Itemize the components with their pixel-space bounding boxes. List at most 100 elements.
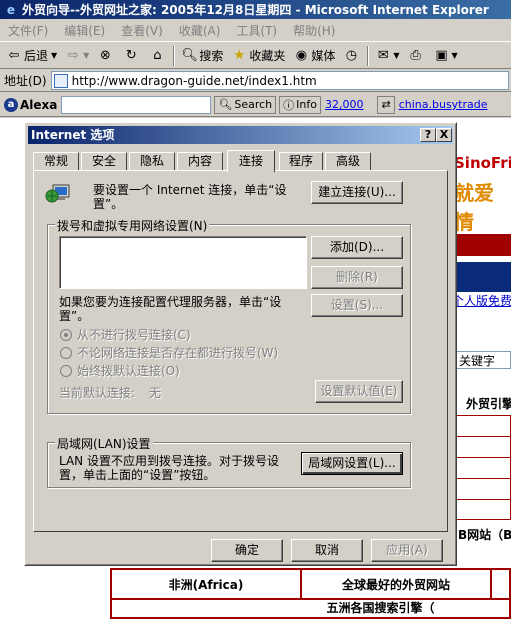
print-button[interactable]: ⎙: [404, 45, 430, 67]
add-button[interactable]: 添加(D)...: [311, 236, 403, 259]
menu-help[interactable]: 帮助(H): [285, 22, 343, 39]
menu-bar: 文件(F) 编辑(E) 查看(V) 收藏(A) 工具(T) 帮助(H): [0, 20, 511, 42]
bottom-table: 非洲(Africa) 全球最好的外贸网站 五洲各国搜索引擎（: [110, 568, 511, 619]
menu-tools[interactable]: 工具(T): [228, 22, 285, 39]
help-button[interactable]: ?: [420, 128, 436, 142]
alexa-search-label: Search: [234, 98, 273, 111]
radio-dial-whenever[interactable]: [60, 347, 72, 359]
radio-always-dial-label[interactable]: 始终拨默认连接(O): [77, 364, 180, 378]
search-button[interactable]: 🔍︎ 搜索: [177, 45, 227, 67]
menu-edit[interactable]: 编辑(E): [56, 22, 113, 39]
address-label: 地址(D): [4, 74, 47, 88]
setup-description: 要设置一个 Internet 连接，单击“设置”。: [93, 183, 287, 211]
table-cell-africa[interactable]: 非洲(Africa): [112, 570, 302, 598]
alexa-search-button[interactable]: 🔍︎ Search: [214, 95, 277, 114]
settings-button[interactable]: 设置(S)...: [311, 294, 403, 317]
edit-button[interactable]: ▣ ▼: [430, 45, 462, 67]
favorites-label: 收藏夹: [249, 49, 286, 63]
tab-programs[interactable]: 程序: [279, 152, 323, 171]
alexa-a-icon: a: [4, 97, 18, 112]
radio-always-dial[interactable]: [60, 365, 72, 377]
stop-button[interactable]: ⊗: [93, 45, 119, 67]
chevron-down-icon: ▼: [51, 51, 58, 60]
menu-view[interactable]: 查看(V): [113, 22, 171, 39]
blue-banner: [455, 262, 511, 292]
radio-dial-whenever-label[interactable]: 不论网络连接是否存在都进行拨号(W): [77, 346, 278, 360]
page-icon: [53, 73, 68, 88]
lan-settings-button[interactable]: 局域网设置(L)...: [301, 452, 403, 475]
address-bar: 地址(D) http://www.dragon-guide.net/index1…: [0, 70, 511, 92]
tab-advanced[interactable]: 高级: [325, 152, 371, 171]
lan-group-label: 局域网(LAN)设置: [55, 435, 153, 452]
site-slogan: 就爱情: [454, 181, 494, 234]
media-label: 媒体: [311, 49, 336, 63]
chevron-down-icon: ▼: [83, 51, 90, 60]
tab-content[interactable]: 内容: [177, 152, 223, 171]
history-button[interactable]: ◷: [339, 45, 365, 67]
stop-icon: ⊗: [99, 47, 111, 63]
table-cell-best-sites[interactable]: 全球最好的外贸网站: [302, 570, 492, 598]
mail-icon: ✉: [377, 47, 389, 63]
address-url: http://www.dragon-guide.net/index1.htm: [71, 73, 317, 88]
network-connection-icon: [45, 184, 70, 203]
address-input[interactable]: http://www.dragon-guide.net/index1.htm: [50, 71, 509, 90]
back-label: 后退: [24, 49, 49, 63]
tab-connections[interactable]: 连接: [227, 150, 275, 172]
table-cell-search-engines[interactable]: 五洲各国搜索引擎（: [112, 600, 509, 617]
radio-never-dial-label[interactable]: 从不进行拨号连接(C): [77, 328, 191, 342]
info-icon: ⓘ: [283, 98, 295, 112]
window-title: 外贸向导--外贸网址之家: 2005年12月8日星期四 - Microsoft …: [22, 3, 489, 17]
ie-logo-icon: e: [6, 2, 16, 17]
dialup-connections-list[interactable]: [59, 236, 307, 289]
forward-button[interactable]: ⇨ ▼: [61, 45, 93, 67]
set-default-button[interactable]: 设置默认值(E): [315, 380, 403, 403]
table-row: [456, 437, 510, 458]
cancel-button[interactable]: 取消: [291, 539, 363, 562]
alexa-rank-link[interactable]: 32,000: [325, 98, 364, 111]
red-banner: [455, 234, 511, 256]
menu-file[interactable]: 文件(F): [0, 22, 56, 39]
right-table-grid: [455, 415, 511, 520]
toolbar-separator: [173, 45, 176, 66]
setup-connection-button[interactable]: 建立连接(U)...: [311, 181, 403, 204]
alexa-related-button[interactable]: ⇄: [377, 95, 395, 114]
dialup-group-label: 拨号和虚拟专用网络设置(N): [55, 217, 210, 234]
back-button[interactable]: ⇦ 后退 ▼: [2, 45, 61, 67]
current-default-label: 当前默认连接:: [59, 386, 136, 400]
refresh-icon: ↻: [125, 47, 137, 63]
standard-toolbar: ⇦ 后退 ▼ ⇨ ▼ ⊗ ↻ ⌂ 🔍︎ 搜索 ★ 收藏夹 ◉ 媒体 ◷ ✉ ▼ ⎙…: [0, 43, 511, 69]
proxy-description: 如果您要为连接配置代理服务器，单击“设置”。: [59, 295, 282, 323]
alexa-info-button[interactable]: ⓘ Info: [279, 95, 321, 114]
mail-button[interactable]: ✉ ▼: [371, 45, 403, 67]
refresh-button[interactable]: ↻: [119, 45, 145, 67]
alexa-info-label: Info: [296, 98, 317, 111]
site-brand[interactable]: SinoFri: [454, 154, 511, 172]
related-icon: ⇄: [381, 98, 391, 111]
tab-general[interactable]: 常规: [33, 152, 79, 171]
favorites-button[interactable]: ★ 收藏夹: [227, 45, 289, 67]
keyword-input[interactable]: 关键字: [456, 351, 511, 369]
home-button[interactable]: ⌂: [145, 45, 171, 67]
tab-privacy[interactable]: 隐私: [129, 152, 175, 171]
alexa-site-link[interactable]: china.busytrade: [399, 98, 488, 111]
tab-security[interactable]: 安全: [81, 152, 127, 171]
ok-button[interactable]: 确定: [211, 539, 283, 562]
b-site-label: B网站（B: [458, 528, 511, 542]
back-arrow-icon: ⇦: [8, 47, 20, 63]
chevron-down-icon: ▼: [451, 51, 458, 60]
table-row: [456, 479, 510, 500]
lan-description: LAN 设置不应用到拨号连接。对于拨号设置，单击上面的“设置”按钮。: [59, 454, 279, 482]
media-button[interactable]: ◉ 媒体: [289, 45, 339, 67]
close-button[interactable]: X: [436, 128, 452, 142]
menu-favorites[interactable]: 收藏(A): [171, 22, 229, 39]
apply-button[interactable]: 应用(A): [371, 539, 443, 562]
table-row: 非洲(Africa) 全球最好的外贸网站: [112, 570, 509, 600]
window-title-bar: e 外贸向导--外贸网址之家: 2005年12月8日星期四 - Microsof…: [0, 0, 511, 19]
alexa-logo[interactable]: a Alexa: [0, 97, 61, 112]
forward-arrow-icon: ⇨: [67, 47, 79, 63]
radio-never-dial[interactable]: [60, 329, 72, 341]
free-version-link[interactable]: 个人版免费: [452, 292, 511, 309]
alexa-search-input[interactable]: [61, 95, 212, 114]
remove-button[interactable]: 删除(R): [311, 266, 403, 289]
table-row: [456, 416, 510, 437]
